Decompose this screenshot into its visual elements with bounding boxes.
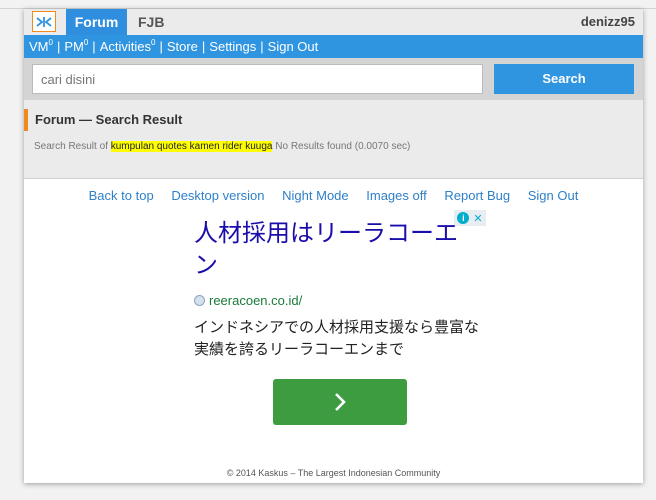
user-nav-bar: VM0 | PM0 | Activities0 | Store | Settin… (24, 35, 643, 58)
footer-links: Back to top Desktop version Night Mode I… (24, 188, 643, 203)
nav-separator: | (159, 39, 163, 54)
close-icon[interactable]: ✕ (473, 212, 482, 225)
nav-item-sign-out[interactable]: Sign Out (268, 39, 319, 54)
page-title: Forum — Search Result (35, 112, 183, 127)
nav-item-pm[interactable]: PM0 (64, 38, 89, 54)
result-status: No Results found (0.0070 sec) (275, 141, 411, 152)
ad-description: インドネシアでの人材採用支援なら豊富な実績を誇るリーラコーエンまで (194, 319, 480, 358)
pm-count: 0 (83, 38, 89, 47)
search-input[interactable] (32, 64, 483, 94)
nav-item-store[interactable]: Store (167, 39, 198, 54)
result-prefix: Search Result of (34, 141, 108, 152)
link-night-mode[interactable]: Night Mode (282, 188, 348, 203)
title-accent-bar (24, 109, 28, 131)
search-bar: Search (24, 58, 643, 100)
link-desktop-version[interactable]: Desktop version (171, 188, 264, 203)
globe-icon (194, 295, 205, 306)
nav-item-settings[interactable]: Settings (209, 39, 256, 54)
tab-forum[interactable]: Forum (66, 9, 127, 35)
search-button[interactable]: Search (494, 64, 634, 94)
username[interactable]: denizz95 (581, 9, 635, 35)
link-report-bug[interactable]: Report Bug (444, 188, 510, 203)
activities-count: 0 (150, 38, 156, 47)
section-divider (24, 178, 643, 179)
nav-separator: | (260, 39, 264, 54)
ad-url-text[interactable]: reeracoen.co.id/ (209, 293, 302, 308)
ad-unit: i ✕ 人材採用はリーラコーエン reeracoen.co.id/ インドネシア… (190, 209, 490, 431)
link-sign-out[interactable]: Sign Out (528, 188, 579, 203)
header-bar: Forum FJB denizz95 (24, 9, 643, 35)
nav-separator: | (201, 39, 206, 54)
ad-title[interactable]: 人材採用はリーラコーエン (194, 218, 469, 282)
copyright-text: © 2014 Kaskus – The Largest Indonesian C… (226, 468, 441, 478)
nav-item-activities[interactable]: Activities0 (100, 38, 156, 54)
nav-separator: | (56, 39, 61, 54)
ad-url[interactable]: reeracoen.co.id/ (194, 293, 302, 308)
link-images-off[interactable]: Images off (366, 188, 426, 203)
vm-count: 0 (48, 38, 53, 47)
nav-item-vm[interactable]: VM0 (29, 38, 53, 54)
ad-cta-button[interactable] (273, 379, 407, 425)
kaskus-logo-icon[interactable] (32, 11, 56, 32)
link-back-to-top[interactable]: Back to top (89, 188, 154, 203)
nav-separator: | (92, 39, 96, 54)
tab-fjb[interactable]: FJB (138, 9, 164, 35)
search-result-panel: Forum — Search Result Search Result of k… (24, 100, 643, 178)
page-container: Forum FJB denizz95 VM0 | PM0 | Activitie… (24, 9, 643, 483)
search-query: kumpulan quotes kamen rider kuuga (110, 141, 273, 152)
chevron-right-icon (335, 393, 346, 411)
result-summary: Search Result of kumpulan quotes kamen r… (34, 141, 410, 152)
